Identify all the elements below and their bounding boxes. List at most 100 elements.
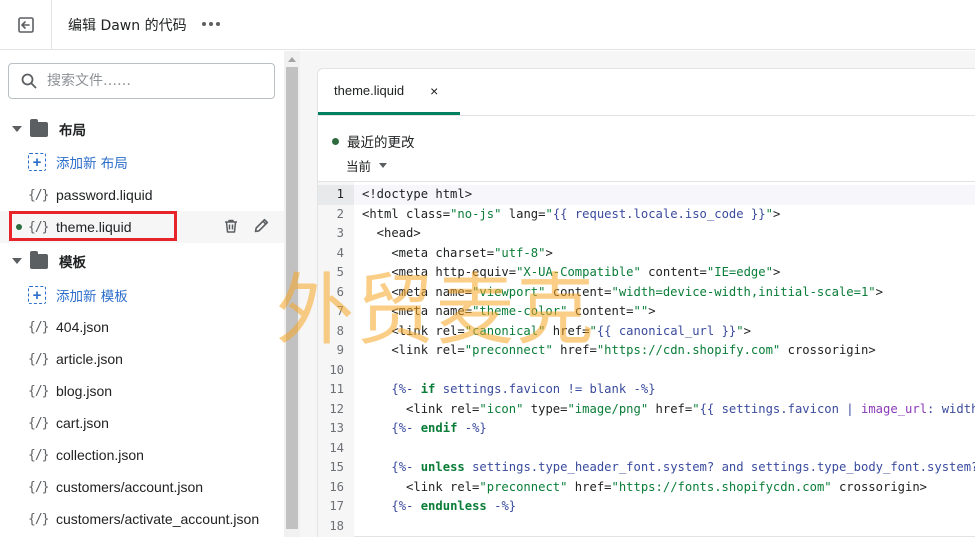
version-dropdown[interactable]: 当前 — [346, 156, 388, 175]
file-label: cart.json — [56, 415, 109, 431]
code-line: 16 <link rel="preconnect" href="https://… — [318, 478, 975, 498]
edit-icon[interactable] — [253, 217, 270, 234]
line-number: 7 — [336, 304, 344, 318]
line-number: 15 — [329, 460, 344, 474]
file-item[interactable]: {/} password.liquid — [0, 179, 284, 211]
add-layout-label: 添加新 布局 — [56, 156, 128, 172]
delete-icon[interactable] — [223, 218, 239, 234]
sidebar-scrollbar[interactable] — [284, 51, 300, 537]
code-line: 6 <meta name="viewport" content="width=d… — [318, 283, 975, 303]
exit-icon — [17, 17, 34, 33]
version-label: 当前 — [346, 159, 372, 174]
line-number: 17 — [329, 499, 344, 513]
file-item-selected[interactable]: {/} theme.liquid — [0, 211, 284, 243]
modified-indicator — [16, 224, 22, 230]
line-number: 10 — [329, 362, 344, 377]
recent-changes-label: 最近的更改 — [347, 135, 415, 151]
page-title: 编辑 Dawn 的代码 — [68, 18, 187, 34]
code-line: 1 <!doctype html> — [318, 185, 975, 205]
folder-templates[interactable]: 模板 — [0, 245, 284, 277]
chevron-down-icon — [379, 163, 388, 168]
folder-icon — [30, 250, 48, 269]
code-file-icon: {/} — [28, 351, 49, 367]
add-template-label: 添加新 模板 — [56, 289, 128, 305]
line-number: 1 — [336, 187, 344, 201]
file-label: collection.json — [56, 447, 144, 463]
file-label: article.json — [56, 351, 123, 367]
file-label: customers/account.json — [56, 479, 204, 495]
more-dot — [209, 22, 213, 26]
code-line: 8 <link rel="canonical" href="{{ canonic… — [318, 322, 975, 342]
file-sidebar: 布局 + 添加新 布局 {/} password.liquid {/} them… — [0, 51, 284, 537]
line-number: 13 — [329, 421, 344, 435]
add-layout-button[interactable]: + 添加新 布局 — [0, 146, 284, 178]
divider — [318, 115, 975, 116]
recent-changes: 最近的更改 — [332, 131, 415, 151]
file-item[interactable]: {/} 404.json — [0, 311, 284, 343]
more-horizontal-icon — [202, 22, 206, 26]
chevron-down-icon — [12, 126, 22, 132]
code-file-icon: {/} — [28, 219, 49, 235]
line-number: 4 — [336, 245, 344, 260]
file-label: blog.json — [56, 383, 113, 399]
file-item[interactable]: {/} blog.json — [0, 375, 284, 407]
code-line: 11 {%- if settings.favicon != blank -%} — [318, 380, 975, 400]
line-number: 3 — [336, 226, 344, 240]
folder-label: 布局 — [59, 123, 86, 139]
tab-label: theme.liquid — [334, 83, 405, 98]
code-area[interactable]: 1 <!doctype html> 2 <html class="no-js" la… — [318, 181, 975, 537]
code-line: 3 <head> — [318, 224, 975, 244]
code-line: 2 <html class="no-js" lang="{{ request.lo… — [318, 205, 975, 225]
code-line: 18 — [318, 517, 975, 537]
scroll-up-arrow-icon[interactable] — [288, 57, 296, 62]
line-number: 6 — [336, 284, 344, 299]
chevron-down-icon — [12, 258, 22, 264]
folder-label: 模板 — [59, 255, 86, 271]
file-item[interactable]: {/} collection.json — [0, 439, 284, 471]
code-line: 17 {%- endunless -%} — [318, 497, 975, 517]
close-icon[interactable]: × — [430, 83, 438, 99]
code-file-icon: {/} — [28, 187, 49, 203]
line-number: 14 — [329, 440, 344, 455]
code-line: 5 <meta http-equiv="X-UA-Compatible" con… — [318, 263, 975, 283]
file-item[interactable]: {/} article.json — [0, 343, 284, 375]
code-line: 7 <meta name="theme-color" content=""> — [318, 302, 975, 322]
code-line: 13 {%- endif -%} — [318, 419, 975, 439]
code-line: 15 {%- unless settings.type_header_font.… — [318, 458, 975, 478]
row-actions — [223, 217, 270, 234]
file-label: 404.json — [56, 319, 109, 335]
code-editor-panel: theme.liquid × 最近的更改 当前 1 <!doctype html>… — [317, 68, 975, 537]
search-field[interactable] — [8, 63, 275, 99]
line-number: 8 — [336, 323, 344, 338]
folder-icon — [30, 118, 48, 137]
more-dot — [216, 22, 220, 26]
add-file-icon: + — [28, 286, 46, 304]
add-file-icon: + — [28, 153, 46, 171]
status-dot — [332, 137, 339, 145]
file-item[interactable]: {/} customers/activate_account.json — [0, 503, 284, 535]
code-line: 12 <link rel="icon" type="image/png" hre… — [318, 400, 975, 420]
line-number: 2 — [336, 206, 344, 221]
code-lines: 1 <!doctype html> 2 <html class="no-js" la… — [318, 185, 975, 536]
file-item[interactable]: {/} customers/account.json — [0, 471, 284, 503]
scrollbar-thumb[interactable] — [286, 67, 298, 529]
code-line: 4 <meta charset="utf-8"> — [318, 244, 975, 264]
line-number: 12 — [329, 401, 344, 416]
search-input[interactable] — [47, 73, 247, 89]
top-bar: 编辑 Dawn 的代码 — [0, 0, 975, 50]
tab-theme-liquid[interactable]: theme.liquid × — [318, 69, 460, 115]
code-file-icon: {/} — [28, 511, 49, 527]
line-number: 9 — [336, 343, 344, 357]
code-file-icon: {/} — [28, 447, 49, 463]
file-item[interactable]: {/} cart.json — [0, 407, 284, 439]
code-file-icon: {/} — [28, 415, 49, 431]
code-line: 14 — [318, 439, 975, 459]
exit-button[interactable] — [0, 0, 52, 50]
code-line: 10 — [318, 361, 975, 381]
folder-layout[interactable]: 布局 — [0, 113, 284, 145]
file-label: password.liquid — [56, 187, 153, 203]
line-number: 16 — [329, 479, 344, 494]
add-template-button[interactable]: + 添加新 模板 — [0, 279, 284, 311]
code-line: 9 <link rel="preconnect" href="https://c… — [318, 341, 975, 361]
more-actions-button[interactable] — [198, 14, 224, 34]
